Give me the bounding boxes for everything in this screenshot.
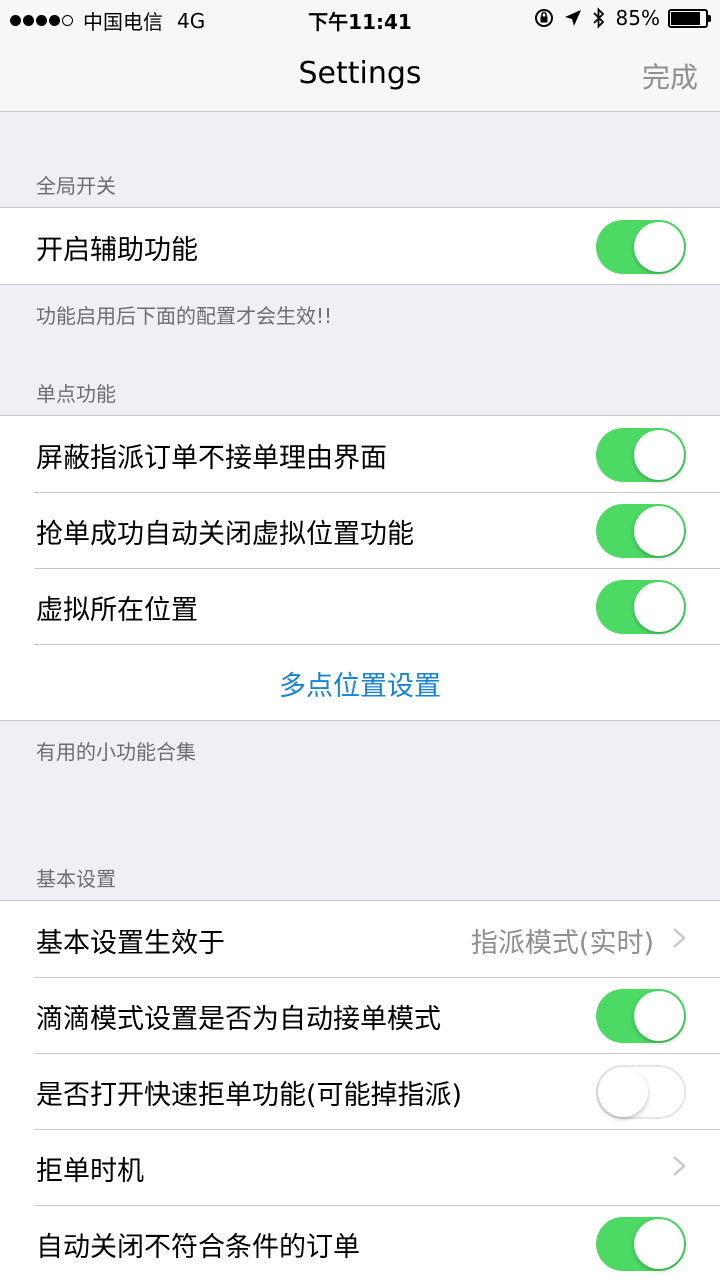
row-label: 是否打开快速拒单功能(可能掉指派) <box>36 1080 463 1111</box>
row-label: 基本设置生效于 <box>36 928 225 959</box>
row-quick-reject: 是否打开快速拒单功能(可能掉指派) <box>0 1053 720 1129</box>
auto-close-orders-toggle[interactable] <box>596 1217 686 1271</box>
row-label: 拒单时机 <box>36 1156 144 1187</box>
row-auto-close-orders: 自动关闭不符合条件的订单 <box>0 1205 720 1280</box>
row-label: 屏蔽指派订单不接单理由界面 <box>36 443 387 474</box>
virtual-location-toggle[interactable] <box>596 580 686 634</box>
group-basic: 基本设置生效于 指派模式(实时) 滴滴模式设置是否为自动接单模式 是否打开快速拒… <box>0 900 720 1280</box>
group-single: 屏蔽指派订单不接单理由界面 抢单成功自动关闭虚拟位置功能 虚拟所在位置 多点位置… <box>0 415 720 721</box>
section-header-tools: 有用的小功能合集 <box>36 740 196 764</box>
row-enable-assist: 开启辅助功能 <box>0 208 720 284</box>
row-virtual-location: 虚拟所在位置 <box>0 568 720 644</box>
row-didi-auto-accept: 滴滴模式设置是否为自动接单模式 <box>0 977 720 1053</box>
multi-location-settings-button[interactable]: 多点位置设置 <box>0 644 720 720</box>
status-right: 85% <box>524 6 711 30</box>
page-title: Settings <box>298 56 422 91</box>
battery-percent: 85% <box>615 6 660 30</box>
quick-reject-toggle[interactable] <box>596 1065 686 1119</box>
section-header-basic: 基本设置 <box>36 867 116 891</box>
navigation-bar: Settings 完成 <box>0 38 720 112</box>
status-bar: 中国电信 4G 下午11:41 85% <box>0 0 720 38</box>
row-basic-apply-mode[interactable]: 基本设置生效于 指派模式(实时) <box>0 901 720 977</box>
multi-location-label: 多点位置设置 <box>279 671 441 702</box>
didi-auto-accept-toggle[interactable] <box>596 989 686 1043</box>
section-header-single: 单点功能 <box>36 382 116 406</box>
done-button[interactable]: 完成 <box>642 56 698 96</box>
row-block-reject-reason: 屏蔽指派订单不接单理由界面 <box>0 416 720 492</box>
orientation-lock-icon <box>534 8 554 28</box>
row-label: 虚拟所在位置 <box>36 595 198 626</box>
row-label: 抢单成功自动关闭虚拟位置功能 <box>36 519 414 550</box>
row-label: 自动关闭不符合条件的订单 <box>36 1232 360 1263</box>
row-label: 开启辅助功能 <box>36 235 198 266</box>
block-reject-reason-toggle[interactable] <box>596 428 686 482</box>
row-auto-close-virtual-location: 抢单成功自动关闭虚拟位置功能 <box>0 492 720 568</box>
apply-mode-value: 指派模式(实时) <box>470 928 654 959</box>
location-arrow-icon <box>564 9 582 27</box>
section-header-global: 全局开关 <box>36 174 116 198</box>
chevron-right-icon <box>673 928 686 948</box>
bluetooth-icon <box>592 7 606 29</box>
global-footer-note: 功能启用后下面的配置才会生效!! <box>36 304 333 328</box>
auto-close-virtual-location-toggle[interactable] <box>596 504 686 558</box>
chevron-right-icon <box>673 1156 686 1176</box>
enable-assist-toggle[interactable] <box>596 220 686 274</box>
row-label: 滴滴模式设置是否为自动接单模式 <box>36 1004 441 1035</box>
battery-icon <box>668 8 711 28</box>
row-reject-timing[interactable]: 拒单时机 <box>0 1129 720 1205</box>
group-global: 开启辅助功能 <box>0 207 720 285</box>
